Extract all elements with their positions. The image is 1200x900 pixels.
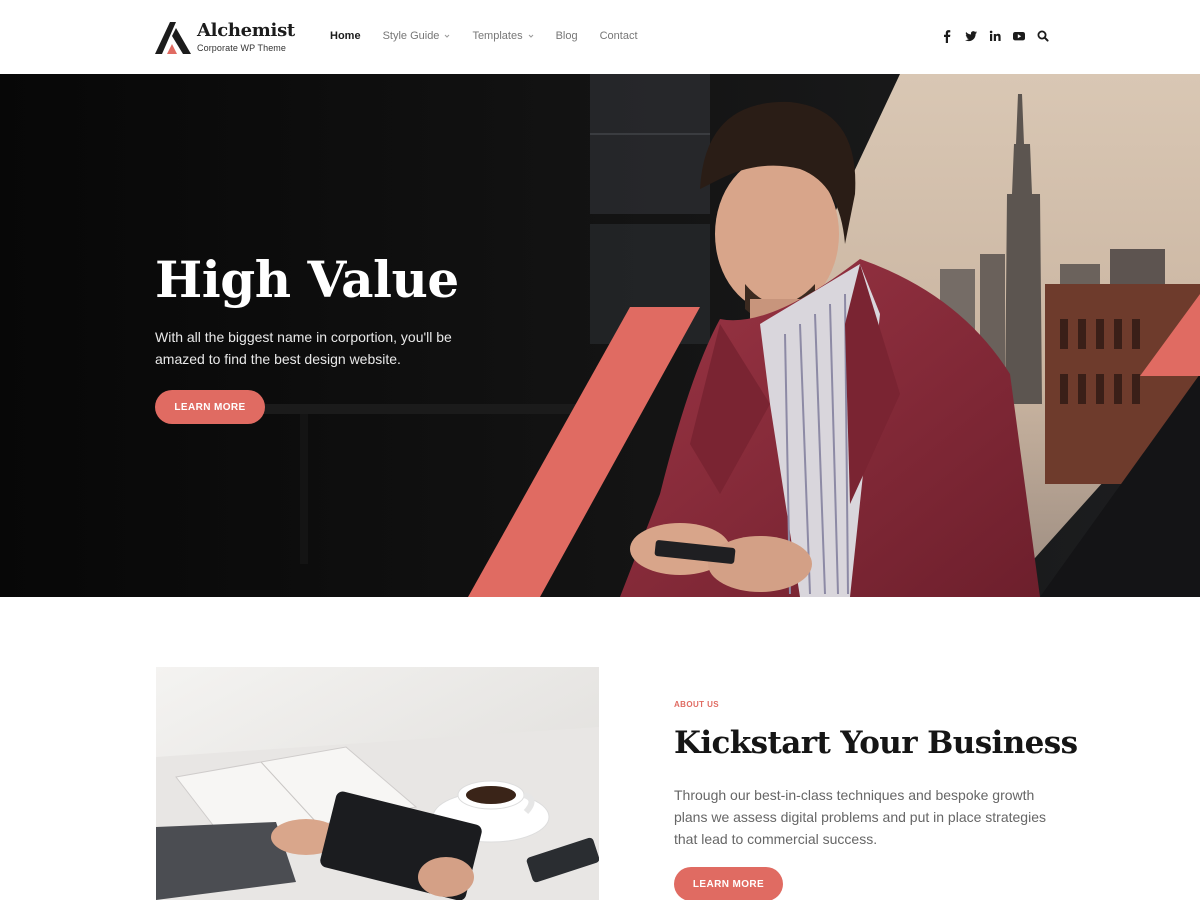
about-image: [156, 667, 599, 900]
logo-tagline: Corporate WP Theme: [197, 43, 287, 53]
social-links: [930, 29, 1050, 43]
nav-item-label: Contact: [599, 30, 638, 42]
about-title: Kickstart Your Business: [674, 725, 1078, 761]
nav-item-blog[interactable]: Blog: [556, 30, 578, 42]
nav-item-templates[interactable]: Templates: [472, 30, 533, 42]
hero-description: With all the biggest name in corportion,…: [155, 329, 452, 367]
search-icon[interactable]: [1036, 29, 1050, 43]
nav-item-style-guide[interactable]: Style Guide: [383, 30, 451, 42]
youtube-icon[interactable]: [1012, 29, 1026, 43]
hero-section: High Value With all the biggest name in …: [0, 74, 1200, 597]
nav-item-label: Style Guide: [382, 30, 440, 42]
linkedin-icon[interactable]: [988, 29, 1002, 43]
hero-title: High Value: [155, 250, 459, 309]
chevron-down-icon: [445, 34, 450, 38]
hero-learn-more-button[interactable]: LEARN MORE: [155, 390, 265, 424]
twitter-icon[interactable]: [964, 29, 978, 43]
about-kicker: ABOUT US: [674, 700, 719, 709]
logo-title: Alchemist: [197, 20, 295, 41]
nav-item-home[interactable]: Home: [330, 30, 361, 42]
site-header: Alchemist Corporate WP Theme Home Style …: [0, 0, 1200, 74]
about-description: Through our best-in-class techniques and…: [674, 787, 1046, 847]
nav-item-label: Blog: [555, 30, 578, 42]
nav-item-contact[interactable]: Contact: [600, 30, 638, 42]
nav-item-label: Home: [330, 30, 361, 42]
facebook-icon[interactable]: [940, 29, 954, 43]
site-logo[interactable]: Alchemist Corporate WP Theme: [155, 20, 295, 54]
chevron-down-icon: [528, 34, 533, 38]
about-learn-more-button[interactable]: LEARN MORE: [674, 867, 783, 900]
main-nav: Home Style Guide Templates Blog Contact: [330, 30, 660, 42]
nav-item-label: Templates: [472, 30, 523, 42]
logo-mark-icon: [155, 22, 191, 54]
tablet-desk-image: [156, 667, 599, 900]
